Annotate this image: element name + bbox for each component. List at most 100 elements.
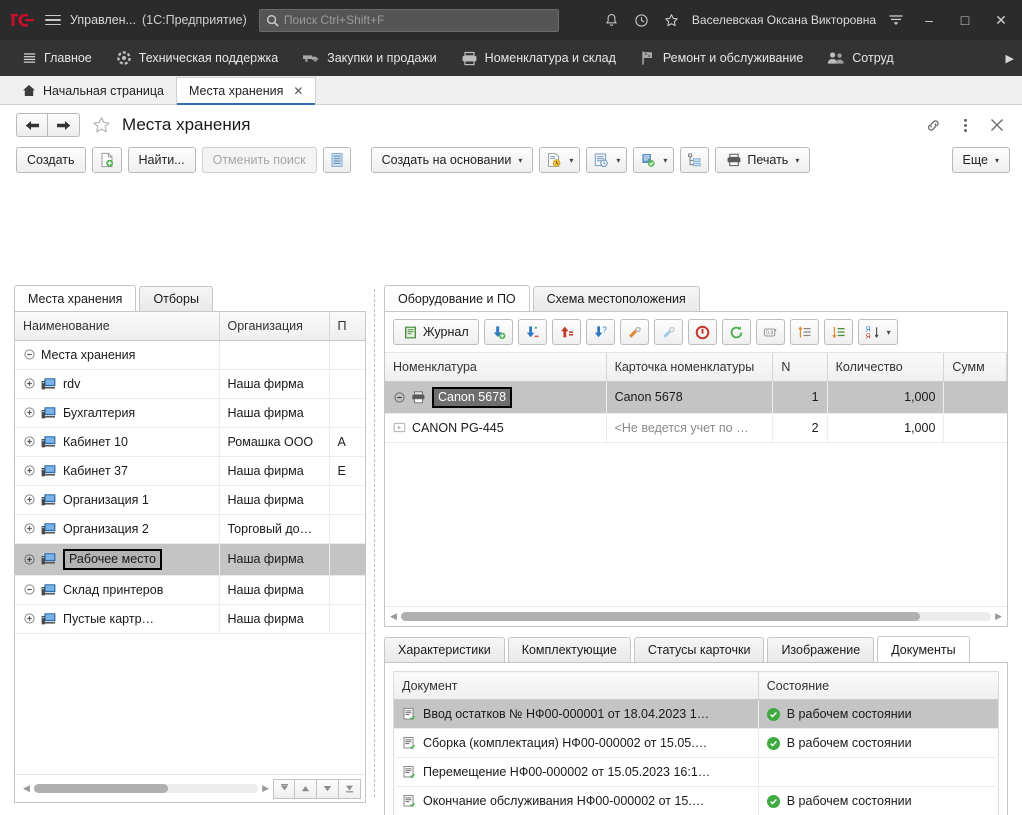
scroll-left-arrow[interactable]: ◀	[23, 783, 30, 794]
journal-button[interactable]: ▾	[586, 147, 627, 173]
tree-row[interactable]: Пустые картр… Наша фирма	[15, 604, 365, 633]
print-button[interactable]: Печать ▾	[715, 147, 810, 173]
tab-close-icon[interactable]: ✕	[293, 84, 303, 98]
tab-components[interactable]: Комплектующие	[508, 637, 631, 662]
export-button[interactable]: ▾	[633, 147, 674, 173]
scroll-track[interactable]	[401, 612, 991, 621]
tab-documents[interactable]: Документы	[877, 636, 969, 662]
menu-overflow-arrow[interactable]: ▶	[1006, 52, 1022, 65]
equipment-row[interactable]: CANON PG-445 <Не ведется учет по … 2 1,0…	[385, 413, 1007, 442]
create-based-on-button[interactable]: Создать на основании ▾	[371, 147, 534, 173]
report-button[interactable]: ▾	[539, 147, 580, 173]
minimize-button[interactable]: –	[916, 9, 942, 31]
tree-cell-name[interactable]: rdv	[15, 369, 219, 398]
cancel-search-button[interactable]: Отменить поиск	[202, 147, 317, 173]
expand-icon[interactable]	[23, 465, 35, 477]
equipment-table[interactable]: Номенклатура Карточка номенклатуры N Кол…	[385, 353, 1007, 443]
more-vertical-icon[interactable]	[956, 116, 974, 134]
unknown-question-button[interactable]: ?	[586, 319, 615, 345]
sort-az-button[interactable]: ЯЯ ▾	[858, 319, 898, 345]
move-plus-minus-button[interactable]	[518, 319, 547, 345]
tree-cell-name[interactable]: Рабочее место	[15, 543, 219, 575]
inventory-number-button[interactable]: 0-9	[756, 319, 785, 345]
tab-equipment-software[interactable]: Оборудование и ПО	[384, 285, 530, 311]
tree-row[interactable]: Бухгалтерия Наша фирма	[15, 398, 365, 427]
tree-cell-name[interactable]: Организация 2	[15, 514, 219, 543]
table-row[interactable]: Перемещение НФ00-000002 от 15.05.2023 16…	[394, 758, 999, 787]
close-icon[interactable]	[988, 116, 1006, 134]
expand-icon[interactable]	[23, 378, 35, 390]
scroll-thumb[interactable]	[401, 612, 920, 621]
repair-screwdriver-button[interactable]	[620, 319, 649, 345]
equipment-label-focused[interactable]: Canon 5678	[432, 387, 512, 408]
tree-row[interactable]: Склад принтеров Наша фирма	[15, 575, 365, 604]
create-button[interactable]: Создать	[16, 147, 86, 173]
expand-icon[interactable]	[23, 494, 35, 506]
menu-item-nomenclature-warehouse[interactable]: Номенклатура и склад	[449, 40, 628, 76]
expand-icon[interactable]	[23, 436, 35, 448]
tree-cell-name[interactable]: Склад принтеров	[15, 575, 219, 604]
menu-item-tech-support[interactable]: Техническая поддержка	[104, 40, 290, 76]
equipment-horizontal-scrollbar[interactable]: ◀ ▶	[385, 606, 1007, 626]
tab-card-statuses[interactable]: Статусы карточки	[634, 637, 765, 662]
sort-down-button[interactable]	[824, 319, 853, 345]
scroll-thumb[interactable]	[34, 784, 168, 793]
collapse-icon[interactable]	[23, 349, 35, 361]
documents-table[interactable]: Документ Состояние	[393, 671, 999, 815]
tree-cell-name[interactable]: Организация 1	[15, 485, 219, 514]
column-header-third[interactable]: П	[329, 312, 365, 340]
tree-row[interactable]: Кабинет 10 Ромашка ООО А	[15, 427, 365, 456]
scroll-right-arrow[interactable]: ▶	[995, 611, 1002, 622]
collapse-icon[interactable]	[393, 391, 405, 403]
tab-characteristics[interactable]: Характеристики	[384, 637, 505, 662]
tab-home[interactable]: Начальная страница	[10, 77, 176, 104]
tab-image[interactable]: Изображение	[767, 637, 874, 662]
expand-icon[interactable]	[23, 407, 35, 419]
burger-menu-icon[interactable]	[42, 9, 64, 31]
back-button[interactable]	[16, 113, 48, 137]
equipment-cell-nomenclature[interactable]: Canon 5678	[385, 381, 606, 413]
table-row[interactable]: Окончание обслуживания НФ00-000002 от 15…	[394, 787, 999, 815]
tree-cell-name[interactable]: Пустые картр…	[15, 604, 219, 633]
next-record-icon[interactable]	[317, 779, 339, 799]
tab-location-scheme[interactable]: Схема местоположения	[533, 286, 700, 311]
issue-out-button[interactable]	[552, 319, 581, 345]
history-clock-icon[interactable]	[632, 10, 652, 30]
tree-row[interactable]: Организация 1 Наша фирма	[15, 485, 365, 514]
user-name[interactable]: Васелевская Оксана Викторовна	[692, 13, 876, 27]
more-button[interactable]: Еще ▾	[952, 147, 1010, 173]
star-icon[interactable]	[662, 10, 682, 30]
tree-row[interactable]: Кабинет 37 Наша фирма Е	[15, 456, 365, 485]
table-row[interactable]: Сборка (комплектация) НФ00-000002 от 15.…	[394, 729, 999, 758]
tree-cell-name[interactable]: Кабинет 10	[15, 427, 219, 456]
menu-item-repair-service[interactable]: Ремонт и обслуживание	[628, 40, 815, 76]
link-icon[interactable]	[924, 116, 942, 134]
find-button[interactable]: Найти...	[128, 147, 196, 173]
documents-cell-document[interactable]: Перемещение НФ00-000002 от 15.05.2023 16…	[394, 758, 759, 787]
column-header-organization[interactable]: Организация	[219, 312, 329, 340]
column-header-n[interactable]: N	[773, 353, 827, 381]
tree-node-label-focused[interactable]: Рабочее место	[63, 549, 162, 570]
column-header-name[interactable]: Наименование	[15, 312, 219, 340]
tab-storage-locations-list[interactable]: Места хранения	[14, 285, 136, 311]
column-header-nomenclature[interactable]: Номенклатура	[385, 353, 606, 381]
hierarchy-button[interactable]	[680, 147, 709, 173]
tree-row[interactable]: rdv Наша фирма	[15, 369, 365, 398]
notification-bell-icon[interactable]	[602, 10, 622, 30]
refresh-button[interactable]	[722, 319, 751, 345]
tab-filters[interactable]: Отборы	[139, 286, 213, 311]
search-input[interactable]: Поиск Ctrl+Shift+F	[259, 9, 559, 32]
sort-up-button[interactable]	[790, 319, 819, 345]
menu-item-purchases-sales[interactable]: Закупки и продажи	[290, 40, 449, 76]
table-row[interactable]: Ввод остатков № НФ00-000001 от 18.04.202…	[394, 700, 999, 729]
last-record-icon[interactable]	[339, 779, 361, 799]
previous-record-icon[interactable]	[295, 779, 317, 799]
tree-cell-name[interactable]: Кабинет 37	[15, 456, 219, 485]
tree-row[interactable]: Организация 2 Торговый дом …	[15, 514, 365, 543]
column-header-card[interactable]: Карточка номенклатуры	[606, 353, 773, 381]
column-header-quantity[interactable]: Количество	[827, 353, 944, 381]
scroll-track[interactable]	[34, 784, 258, 793]
create-copy-button[interactable]	[92, 147, 122, 173]
decommission-button[interactable]	[688, 319, 717, 345]
scroll-left-arrow[interactable]: ◀	[390, 611, 397, 622]
